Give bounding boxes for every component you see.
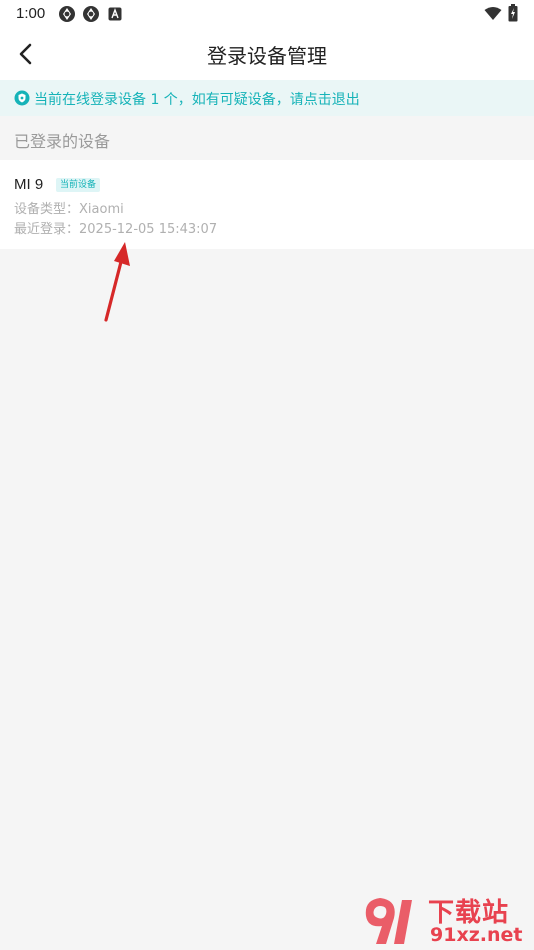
current-device-badge: 当前设备 — [56, 178, 101, 192]
annotation-arrow-icon — [104, 242, 130, 322]
last-login-label: 最近登录： — [14, 222, 80, 237]
notice-banner: 当前在线登录设备 1 个，如有可疑设备，请点击退出 — [0, 80, 534, 116]
last-login-line: 最近登录：2025-12-05 15:43:07 — [14, 218, 217, 237]
device-type-line: 设备类型：Xiaomi — [14, 198, 124, 217]
shield-icon — [14, 90, 30, 106]
app-bar: 登录设备管理 — [0, 28, 534, 80]
battery-icon — [508, 4, 518, 22]
device-type-value: Xiaomi — [79, 202, 124, 217]
font-a-icon — [108, 7, 122, 21]
watermark: 下载站 91xz.net — [360, 892, 530, 948]
notice-text: 当前在线登录设备 1 个，如有可疑设备，请点击退出 — [34, 92, 360, 108]
last-login-value: 2025-12-05 15:43:07 — [79, 222, 218, 237]
status-bar: 1:00 — [0, 0, 534, 28]
section-label: 已登录的设备 — [14, 132, 111, 151]
device-name: MI 9 — [14, 176, 44, 193]
device-type-label: 设备类型： — [14, 202, 80, 217]
aperture-icon — [59, 6, 75, 22]
aperture-icon — [83, 6, 99, 22]
watermark-logo-icon — [365, 898, 412, 944]
status-time: 1:00 — [16, 5, 46, 22]
device-card[interactable]: MI 9 当前设备 设备类型：Xiaomi 最近登录：2025-12-05 15… — [0, 160, 534, 249]
wifi-icon — [484, 7, 502, 20]
page-title: 登录设备管理 — [207, 44, 327, 68]
watermark-text-line2: 91xz.net — [430, 924, 523, 946]
